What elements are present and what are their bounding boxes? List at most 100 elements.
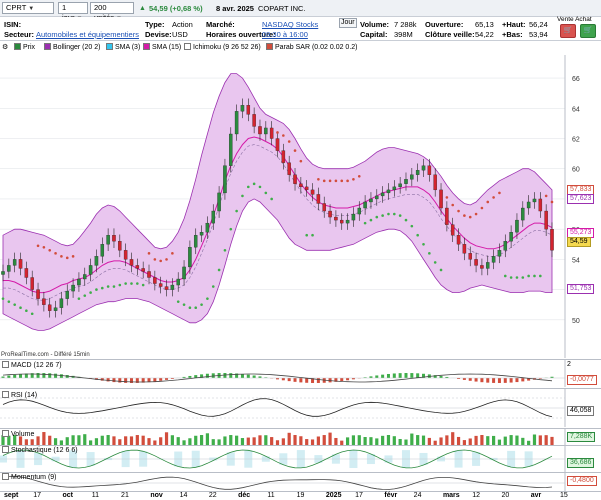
rsi-panel[interactable]	[0, 389, 601, 427]
candle-body	[258, 126, 262, 135]
candle-body	[65, 290, 69, 299]
sector-link[interactable]: Automobiles et équipementiers	[36, 30, 139, 39]
candle-body	[497, 250, 502, 257]
x-tick-label: 22	[208, 492, 217, 499]
volume-bar	[240, 438, 245, 445]
candle-body	[269, 127, 274, 139]
volume-bar	[71, 435, 75, 445]
candle-body	[538, 198, 543, 212]
price-tag-last: 54,59	[567, 237, 591, 247]
volume-bar	[205, 433, 210, 445]
macd-bar	[293, 378, 297, 382]
momentum-panel[interactable]	[0, 473, 601, 491]
volume-bar	[83, 434, 87, 445]
day-tab[interactable]: Jour	[339, 18, 357, 28]
checkbox[interactable]	[2, 391, 9, 398]
currency-value: USD	[172, 30, 188, 39]
checkbox[interactable]	[2, 361, 9, 368]
sar-dot	[147, 252, 151, 255]
info-panel: ISIN: Secteur: Automobiles et équipement…	[0, 16, 601, 41]
sar-dot	[77, 297, 81, 300]
sar-dot	[539, 274, 542, 278]
legend-label: SMA (3)	[115, 44, 141, 51]
hours-link[interactable]: 09:30 à 16:00	[262, 30, 308, 39]
price-change: 54,59 (+0,68 %)	[149, 4, 203, 13]
sar-dot	[328, 179, 332, 183]
sar-dot	[124, 282, 127, 285]
volume-panel[interactable]	[0, 429, 601, 445]
volume-bar	[515, 435, 519, 445]
candle-body	[328, 210, 332, 218]
x-tick-label: 17	[355, 492, 363, 499]
macd-bar	[229, 373, 233, 378]
legend-item-ichimoku[interactable]: Ichimoku (9 26 52 26)	[184, 43, 261, 53]
legend-swatch	[184, 43, 191, 50]
candle-body	[71, 284, 75, 292]
gear-icon[interactable]: ⚙	[2, 43, 8, 51]
rsi-label: RSI (14)	[2, 391, 37, 399]
macd-bar	[340, 378, 344, 382]
macd-label: MACD (12 26 7)	[2, 361, 62, 369]
legend-item-parab-sar[interactable]: Parab SAR (0.02 0.02 0.2)	[266, 43, 358, 53]
x-tick-label: 14	[179, 492, 188, 499]
macd-bar	[474, 378, 478, 382]
volume-bar	[386, 435, 391, 445]
legend-item-price[interactable]: Prix	[14, 43, 35, 53]
macd-bar	[54, 373, 58, 378]
market-link[interactable]: NASDAQ Stocks	[262, 20, 318, 29]
sar-dot	[159, 259, 162, 263]
x-tick-label: 12	[472, 492, 480, 499]
legend-item-sma3[interactable]: SMA (3)	[106, 43, 140, 53]
sar-dot	[363, 221, 367, 225]
candle-body	[410, 174, 414, 180]
legend-item-bollinger[interactable]: Bollinger (20 2)	[44, 43, 100, 53]
x-tick-label: nov	[150, 492, 163, 499]
candle-body	[380, 192, 385, 197]
legend-label: Prix	[23, 44, 36, 51]
sar-dot	[287, 140, 291, 143]
period-selector[interactable]: 1 jour▼	[58, 2, 88, 22]
macd-panel[interactable]	[0, 360, 601, 387]
sar-dot	[13, 303, 16, 306]
stochastic-panel[interactable]	[0, 446, 601, 472]
candle-body	[433, 174, 437, 191]
sar-dot	[130, 282, 133, 285]
candle-body	[357, 207, 362, 215]
sell-button[interactable]: 🛒	[560, 24, 576, 38]
ticker-selector[interactable]: CPRT ▼	[2, 2, 54, 14]
checkbox[interactable]	[2, 473, 9, 480]
candle-body	[392, 186, 397, 191]
checkbox[interactable]	[2, 430, 9, 437]
checkbox[interactable]	[2, 446, 9, 453]
candle-body	[246, 105, 251, 115]
sar-dot	[141, 283, 145, 287]
candle-body	[164, 286, 169, 290]
sar-dot	[71, 255, 75, 258]
day-tab-label: Jour	[341, 19, 355, 26]
price-chart[interactable]: 666462605856545250	[0, 55, 601, 358]
macd-value-tag: -0,0077	[567, 375, 597, 385]
buy-button[interactable]: 🛒	[580, 24, 596, 38]
sar-dot	[550, 200, 554, 204]
rsi-label-text: RSI (14)	[11, 392, 38, 399]
sar-dot	[410, 224, 414, 228]
sar-dot	[282, 134, 285, 137]
volume-bar	[439, 437, 443, 445]
sar-dot	[171, 252, 174, 255]
prev-close-label: Clôture veille:	[425, 30, 475, 39]
volume-bar	[94, 438, 99, 445]
candle-body	[42, 298, 46, 305]
macd-bar	[287, 378, 291, 382]
macd-bar	[13, 374, 17, 378]
macd-bar	[410, 373, 414, 378]
momentum-label-text: Momentum (9)	[11, 474, 57, 481]
legend-item-sma15[interactable]: SMA (15)	[143, 43, 181, 53]
x-tick-label: 15	[560, 492, 568, 499]
macd-bar	[398, 373, 402, 378]
sar-dot	[357, 174, 361, 178]
volume-bar	[264, 435, 268, 445]
macd-bar	[515, 378, 519, 383]
volume-label: Volume	[2, 430, 34, 438]
units-selector[interactable]: 200 unités▼	[90, 2, 134, 22]
stochastic-label: Stochastique (12 6 6)	[2, 446, 78, 454]
